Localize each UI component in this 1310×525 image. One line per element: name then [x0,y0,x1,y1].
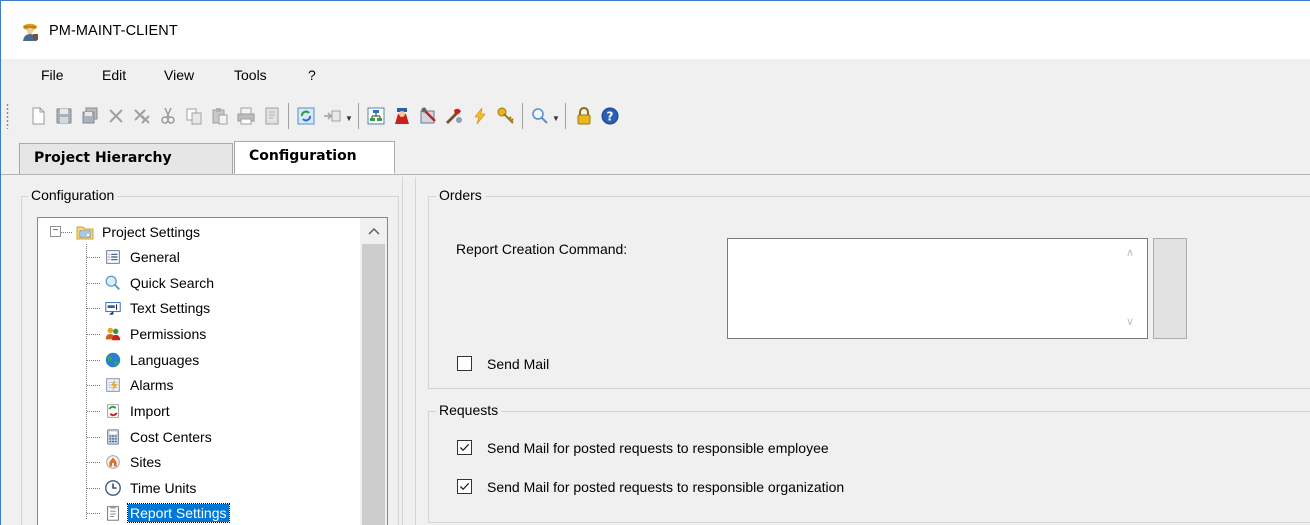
tree-item-label: Alarms [130,377,174,393]
tree-item-alarms[interactable]: Alarms [103,373,176,397]
requests-group-title: Requests [436,402,502,418]
report-icon [103,503,123,523]
tree-item-label: Project Settings [102,224,201,240]
tree-item-label: Quick Search [130,275,215,291]
toolbar-separator [522,103,523,129]
tree-item-label: General [130,249,180,265]
tree-scroll-thumb[interactable] [362,244,385,525]
preview-icon[interactable] [261,105,283,127]
tree-item-label: Time Units [130,480,197,496]
list-icon [103,247,123,267]
tree-item-label: Import [130,403,170,419]
insert-icon[interactable] [321,105,343,127]
help-icon[interactable]: ? [599,105,621,127]
copy-icon[interactable] [183,105,205,127]
app-window: PM-MAINT-CLIENT File Edit View Tools ? ▼… [0,0,1310,525]
tree-item-import[interactable]: Import [103,399,172,423]
send-mail-label[interactable]: Send Mail [487,356,549,372]
tree-item-languages[interactable]: Languages [103,348,201,372]
toolbar-separator [358,103,359,129]
menu-file[interactable]: File [39,67,66,83]
import-icon [103,401,123,421]
clock-icon [103,478,123,498]
alarm-icon [103,375,123,395]
title-bar [1,1,1310,59]
calculator-icon [103,427,123,447]
tree-item-label: Sites [130,454,162,470]
search-dropdown-icon[interactable]: ▼ [552,114,560,123]
flash-icon[interactable] [469,105,491,127]
checkmark-icon [459,443,470,452]
report-command-label: Report Creation Command: [456,241,628,257]
scroll-up-arrow-icon[interactable] [360,220,387,242]
save-all-icon[interactable] [79,105,101,127]
insert-dropdown-icon[interactable]: ▼ [345,114,353,123]
cut-icon[interactable] [157,105,179,127]
tree-item-general[interactable]: General [103,245,182,269]
toolbar-separator [565,103,566,129]
toolbar-grip[interactable] [6,103,9,129]
tab-configuration[interactable]: Configuration [234,141,395,174]
tab-project-hierarchy[interactable]: Project Hierarchy [19,143,233,174]
send-mail-checkbox[interactable] [457,356,472,371]
delete-multiple-icon[interactable] [131,105,153,127]
tree-item-report-settings[interactable]: Report Settings [103,501,230,525]
tree-item-project-settings[interactable]: Project Settings [75,220,202,244]
mail-organization-checkbox[interactable] [457,479,472,494]
globe-icon [103,350,123,370]
collapse-toggle-icon[interactable]: − [50,226,61,237]
tree-item-label: Cost Centers [130,429,212,445]
magnifier-icon [103,273,123,293]
report-command-input[interactable] [727,238,1148,339]
pane-splitter[interactable] [402,177,416,525]
tree-item-label: Permissions [130,326,207,342]
mail-organization-label[interactable]: Send Mail for posted requests to respons… [487,479,844,495]
tree-item-permissions[interactable]: Permissions [103,322,208,346]
tree-item-label: Report Settings [127,503,230,523]
print-icon[interactable] [235,105,257,127]
svg-text:?: ? [607,110,614,124]
settings-icon[interactable] [417,105,439,127]
configuration-group-title: Configuration [28,187,118,203]
menu-tools[interactable]: Tools [232,67,269,83]
checkmark-icon [459,482,470,491]
orders-group-title: Orders [436,187,485,203]
worker-icon [19,22,41,42]
toolbar-separator [288,103,289,129]
people-icon [103,324,123,344]
mail-employee-checkbox[interactable] [457,440,472,455]
tree-item-quick-search[interactable]: Quick Search [103,271,216,295]
requests-group [428,411,1310,523]
sites-icon [103,452,123,472]
new-icon[interactable] [27,105,49,127]
lock-icon[interactable] [573,105,595,127]
folder-icon [75,222,95,242]
window-title: PM-MAINT-CLIENT [49,23,178,39]
users-icon[interactable] [391,105,413,127]
settings-tree[interactable] [37,217,388,525]
delete-icon[interactable] [105,105,127,127]
menu-help[interactable]: ? [306,67,318,83]
tree-item-label: Text Settings [130,300,211,316]
tools-icon[interactable] [443,105,465,127]
menu-view[interactable]: View [162,67,196,83]
menu-edit[interactable]: Edit [100,67,128,83]
save-icon[interactable] [53,105,75,127]
tree-item-time-units[interactable]: Time Units [103,476,198,500]
tree-item-cost-centers[interactable]: Cost Centers [103,425,214,449]
menu-bar [1,59,1310,91]
scroll-up-arrow-icon[interactable]: ∧ [1126,246,1134,259]
refresh-icon[interactable] [295,105,317,127]
paste-icon[interactable] [209,105,231,127]
search-icon[interactable] [529,105,551,127]
scroll-down-arrow-icon[interactable]: ∨ [1126,315,1134,328]
report-command-browse-button[interactable] [1153,238,1187,339]
tree-item-text-settings[interactable]: Text Settings [103,296,212,320]
tree-item-label: Languages [130,352,200,368]
text-icon [103,298,123,318]
tree-item-sites[interactable]: Sites [103,450,163,474]
structure-icon[interactable] [365,105,387,127]
mail-employee-label[interactable]: Send Mail for posted requests to respons… [487,440,829,456]
key-icon[interactable] [495,105,517,127]
